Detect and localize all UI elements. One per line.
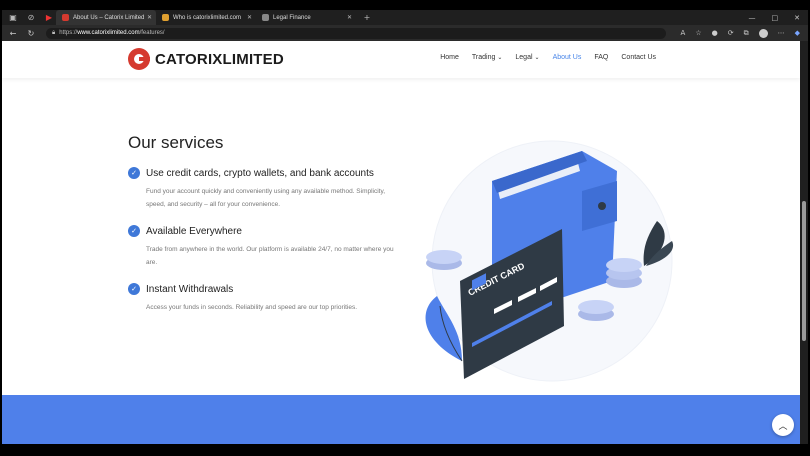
service-desc: Access your funds in seconds. Reliabilit… (146, 304, 357, 311)
site-logo[interactable]: CATORIXLIMITED (128, 48, 284, 70)
service-desc: Fund your account quickly and convenient… (146, 188, 386, 208)
tab-about-us[interactable]: About Us – Catorix Limited ✕ (56, 10, 156, 25)
main-nav: Home Trading ⌄ Legal ⌄ About Us FAQ Contac… (440, 54, 656, 61)
new-tab-icon[interactable]: + (360, 11, 374, 25)
services-section: Our services ✓ Use credit cards, crypto w… (128, 133, 428, 328)
service-item: ✓ Available Everywhere Trade from anywher… (128, 225, 428, 269)
service-item: ✓ Use credit cards, crypto wallets, and b… (128, 167, 428, 211)
sync-icon[interactable]: ⟳ (728, 29, 734, 37)
tab-actions-icon[interactable]: ▣ (6, 11, 20, 25)
service-title: Use credit cards, crypto wallets, and ba… (146, 167, 374, 179)
logo-mark-icon (128, 48, 150, 70)
nav-trading[interactable]: Trading ⌄ (472, 54, 503, 61)
catorix-favicon-icon (62, 14, 69, 21)
tab-label: About Us – Catorix Limited (73, 14, 145, 21)
scroll-to-top-button[interactable]: ︿ (772, 414, 794, 436)
web-page: CATORIXLIMITED Home Trading ⌄ Legal ⌄ Abou… (2, 41, 800, 444)
close-window-icon[interactable]: ✕ (794, 14, 800, 22)
service-item: ✓ Instant Withdrawals Access your funds i… (128, 283, 428, 314)
profile-avatar[interactable] (758, 28, 768, 38)
youtube-icon[interactable]: ▶ (42, 11, 56, 25)
service-desc: Trade from anywhere in the world. Our pl… (146, 246, 394, 266)
tab-whois[interactable]: Who is catorixlimited.com ✕ (156, 10, 256, 25)
nav-contact-us[interactable]: Contact Us (621, 54, 656, 61)
history-icon[interactable]: ⊘ (24, 11, 38, 25)
service-title: Instant Withdrawals (146, 283, 234, 295)
tab-legal-finance[interactable]: Legal Finance ✕ (256, 10, 356, 25)
tab-label: Who is catorixlimited.com (173, 14, 242, 21)
minimize-icon[interactable]: — (749, 14, 756, 22)
refresh-icon[interactable]: ↻ (24, 29, 38, 38)
tab-label: Legal Finance (273, 14, 311, 21)
wallet-card-illustration: CREDIT CARD (425, 140, 674, 382)
close-tab-icon[interactable]: ✕ (347, 14, 352, 21)
browser-window: ▣ ⊘ ▶ About Us – Catorix Limited ✕ Who i… (0, 0, 810, 456)
services-heading: Our services (128, 133, 224, 152)
logo-text: CATORIXLIMITED (155, 50, 284, 68)
service-title: Available Everywhere (146, 225, 242, 237)
maximize-icon[interactable]: □ (772, 14, 779, 22)
check-icon: ✓ (128, 283, 140, 295)
site-header: CATORIXLIMITED Home Trading ⌄ Legal ⌄ Abou… (2, 41, 800, 78)
check-icon: ✓ (128, 225, 140, 237)
url-path: /features/ (139, 30, 165, 36)
whois-favicon-icon (162, 14, 169, 21)
close-tab-icon[interactable]: ✕ (247, 14, 252, 21)
lock-icon: 🔒︎ (52, 29, 56, 36)
favorite-star-icon[interactable]: ☆ (695, 29, 701, 37)
read-aloud-icon[interactable]: A (681, 29, 686, 37)
check-icon: ✓ (128, 167, 140, 179)
chevron-down-icon: ⌄ (497, 54, 503, 61)
nav-home[interactable]: Home (440, 54, 459, 61)
url-domain: www.catorixlimited.com (77, 30, 140, 36)
url-field[interactable]: 🔒︎ https://www.catorixlimited.com/featur… (46, 27, 666, 39)
nav-about-us[interactable]: About Us (553, 54, 582, 61)
tab-bar: ▣ ⊘ ▶ About Us – Catorix Limited ✕ Who i… (2, 10, 808, 25)
chevron-down-icon: ⌄ (534, 54, 540, 61)
collections-icon[interactable]: ⧉ (744, 29, 749, 38)
extension-icon[interactable]: ● (712, 29, 718, 37)
address-bar: ← ↻ 🔒︎ https://www.catorixlimited.com/fe… (2, 25, 808, 41)
nav-faq[interactable]: FAQ (594, 54, 608, 61)
page-scrollbar[interactable] (800, 41, 808, 444)
close-tab-icon[interactable]: ✕ (147, 14, 152, 21)
copilot-icon[interactable]: ◆ (795, 29, 800, 37)
scrollbar-thumb[interactable] (802, 201, 806, 341)
footer-band (2, 395, 800, 444)
nav-legal[interactable]: Legal ⌄ (515, 54, 539, 61)
legal-favicon-icon (262, 14, 269, 21)
url-prefix: https:// (59, 30, 78, 36)
more-menu-icon[interactable]: ⋯ (778, 29, 785, 37)
back-icon[interactable]: ← (6, 29, 20, 38)
